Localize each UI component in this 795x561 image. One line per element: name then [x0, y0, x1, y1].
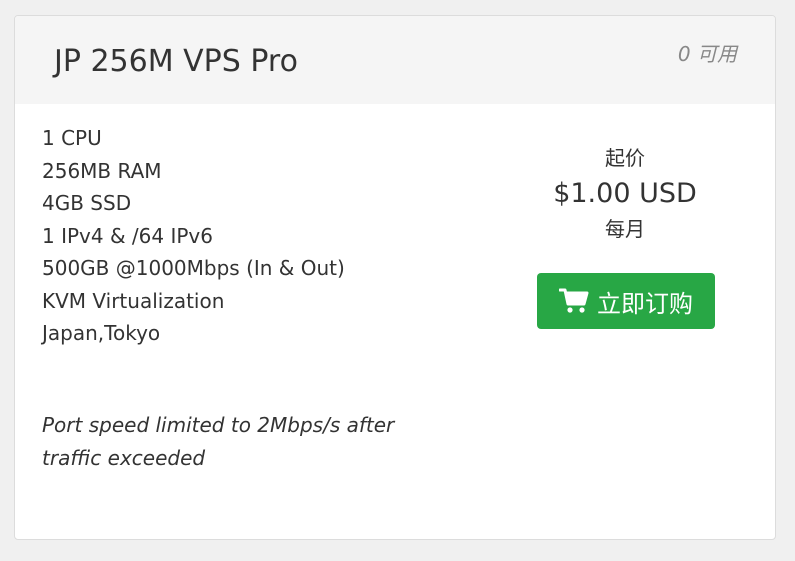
product-header: JP 256M VPS Pro 0 可用 [15, 16, 775, 104]
feature-item: Japan,Tokyo [42, 321, 161, 345]
feature-list: 1 CPU 256MB RAM 4GB SSD 1 IPv4 & /64 IPv… [42, 122, 345, 350]
price-from-label: 起价 [605, 146, 645, 170]
shopping-cart-icon [559, 288, 589, 314]
feature-item: KVM Virtualization [42, 288, 225, 313]
product-title: JP 256M VPS Pro [54, 44, 298, 79]
order-now-button[interactable]: 立即订购 [537, 273, 715, 329]
pricing-block: 起价 $1.00 USD 每月 [505, 143, 745, 244]
availability-count: 0 可用 [677, 42, 737, 66]
feature-item: 1 CPU [42, 126, 102, 150]
billing-cycle: 每月 [605, 217, 645, 241]
price-amount: $1.00 USD [553, 178, 697, 209]
feature-item: 500GB @1000Mbps (In & Out) [42, 256, 345, 280]
product-card: JP 256M VPS Pro 0 可用 1 CPU 256MB RAM 4GB… [14, 15, 776, 540]
order-button-label: 立即订购 [597, 289, 693, 318]
port-speed-note: Port speed limited to 2Mbps/s after traf… [42, 413, 395, 470]
feature-item: 256MB RAM [42, 158, 162, 183]
feature-item: 4GB SSD [42, 191, 132, 215]
feature-item: 1 IPv4 & /64 IPv6 [42, 223, 213, 248]
